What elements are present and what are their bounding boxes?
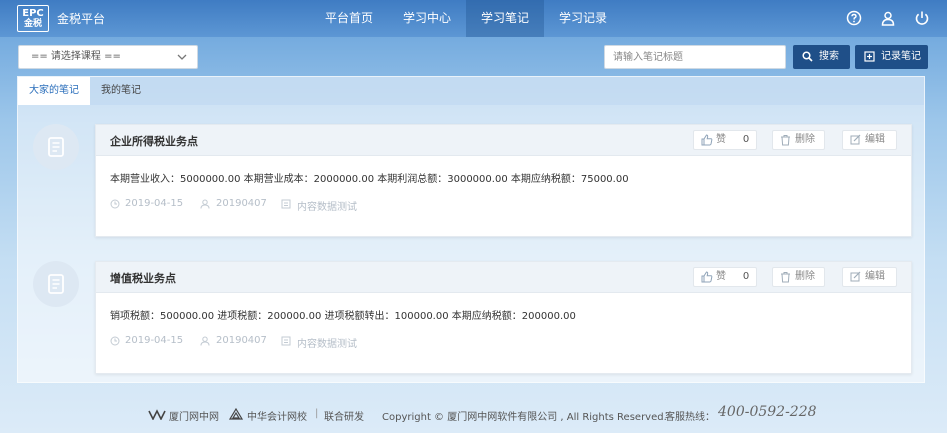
record-note-label: 记录笔记 [881,51,921,62]
notebook-icon [48,274,64,294]
delete-label: 删除 [795,271,815,282]
tab-my-notes[interactable]: 我的笔记 [90,77,152,105]
note-course: 内容数据测试 [297,339,357,350]
help-icon[interactable] [846,10,862,26]
note-title: 增值税业务点 [110,272,176,285]
tab-everyone-notes[interactable]: 大家的笔记 [18,77,90,105]
main-nav: 平台首页 学习中心 学习笔记 学习记录 [310,0,622,37]
chevron-down-icon [177,54,187,60]
edit-label: 编辑 [865,271,885,282]
delete-button[interactable]: 删除 [772,267,825,287]
clock-icon [110,199,120,209]
wangzhongwang-logo-icon [148,409,166,420]
trash-icon [781,272,790,283]
nav-study-notes[interactable]: 学习笔记 [466,0,545,37]
search-icon [802,51,813,62]
trash-icon [781,135,790,146]
search-button-label: 搜索 [819,51,839,62]
partner-1: 厦门网中网 [169,412,219,423]
like-label: 赞 [716,134,726,145]
note-card: 增值税业务点 赞 0 删除 编辑 销项税额：500000.00 进项税额：200… [95,261,912,374]
logo-line-2: 金税 [23,19,42,29]
delete-label: 删除 [795,134,815,145]
chinaacc-logo-icon [229,408,243,420]
edit-icon [850,134,861,145]
edit-label: 编辑 [865,134,885,145]
note-user: 20190407 [216,198,267,209]
note-header: 企业所得税业务点 赞 0 删除 编辑 [96,125,911,156]
epc-logo[interactable]: EPC 金税 [17,5,49,32]
like-button[interactable]: 赞 0 [693,267,757,287]
note-item: 增值税业务点 赞 0 删除 编辑 销项税额：500000.00 进项税额：200… [18,261,924,377]
user-icon[interactable] [880,10,896,26]
note-date: 2019-04-15 [125,335,184,346]
note-header: 增值税业务点 赞 0 删除 编辑 [96,262,911,293]
thumbs-up-icon [701,271,713,283]
footer: 厦门网中网 中华会计网校 | 联合研发 Copyright © 厦门网中网软件有… [0,402,947,426]
note-title: 企业所得税业务点 [110,135,198,148]
like-label: 赞 [716,271,726,282]
notes-panel: 大家的笔记 我的笔记 企业所得税业务点 赞 0 删除 编辑 本期营业收入：500… [17,76,925,383]
note-title-search-input[interactable] [604,45,786,69]
delete-button[interactable]: 删除 [772,130,825,150]
brand-name: 金税平台 [57,12,106,26]
edit-button[interactable]: 编辑 [842,267,897,287]
course-select-value: == 请选择课程 == [31,51,121,62]
partner-2: 中华会计网校 [247,412,307,423]
document-icon [281,336,291,346]
top-bar: EPC 金税 金税平台 平台首页 学习中心 学习笔记 学习记录 [0,0,947,37]
search-button[interactable]: 搜索 [793,45,850,69]
hotline-label: 客服热线： [665,412,715,423]
like-button[interactable]: 赞 0 [693,130,757,150]
logo-line-1: EPC [22,8,44,19]
edit-button[interactable]: 编辑 [842,130,897,150]
note-user: 20190407 [216,335,267,346]
nav-study-records[interactable]: 学习记录 [544,0,622,37]
like-count: 0 [742,271,750,282]
note-item: 企业所得税业务点 赞 0 删除 编辑 本期营业收入：5000000.00 本期营… [18,124,924,240]
note-date: 2019-04-15 [125,198,184,209]
note-avatar [33,124,79,170]
note-card: 企业所得税业务点 赞 0 删除 编辑 本期营业收入：5000000.00 本期营… [95,124,912,237]
clock-icon [110,336,120,346]
note-course: 内容数据测试 [297,202,357,213]
like-count: 0 [742,134,750,145]
record-note-button[interactable]: 记录笔记 [855,45,928,69]
copyright-text: Copyright © 厦门网中网软件有限公司 , All Rights Res… [382,412,667,423]
note-content: 本期营业收入：5000000.00 本期营业成本：2000000.00 本期利润… [110,174,629,185]
joint-research: 联合研发 [324,412,364,423]
note-content: 销项税额：500000.00 进项税额：200000.00 进项税额转出：100… [110,311,576,322]
course-select[interactable]: == 请选择课程 == [18,45,198,69]
power-icon[interactable] [914,10,930,26]
nav-learning-center[interactable]: 学习中心 [388,0,466,37]
notebook-icon [48,137,64,157]
thumbs-up-icon [701,134,713,146]
note-avatar [33,261,79,307]
person-icon [200,336,210,346]
nav-home[interactable]: 平台首页 [310,0,388,37]
document-icon [281,199,291,209]
notes-tabs: 大家的笔记 我的笔记 [18,77,924,105]
hotline-number: 400-0592-228 [718,404,817,420]
person-icon [200,199,210,209]
footer-divider: | [315,408,319,419]
edit-icon [850,271,861,282]
add-note-icon [864,51,875,62]
